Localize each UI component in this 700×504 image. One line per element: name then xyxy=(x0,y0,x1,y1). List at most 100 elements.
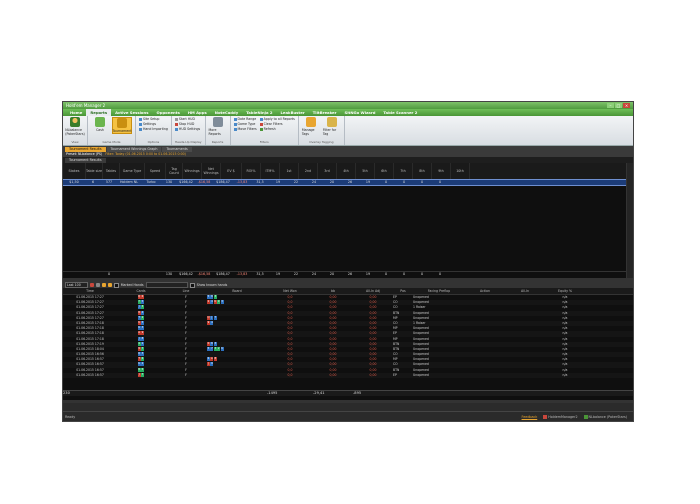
totals-cell: 20 xyxy=(329,272,335,276)
start-hud-button[interactable]: Start HUD xyxy=(174,117,202,121)
col-header-14[interactable]: 4th xyxy=(337,163,356,179)
hand-col-header-2[interactable]: Line xyxy=(165,288,207,294)
results-row[interactable]: $1,50 6 577 Holdem NL Turbo 130 $166,42 -$16,58… xyxy=(63,179,633,186)
hand-col-header-10[interactable]: All-In xyxy=(505,288,545,294)
marked-hands-checkbox[interactable] xyxy=(113,282,119,288)
col-header-12[interactable]: 2nd xyxy=(299,163,318,179)
stop-hud-button[interactable]: Stop HUD xyxy=(174,122,202,126)
totals-cell: 130 xyxy=(165,272,173,276)
horizontal-scrollbar[interactable] xyxy=(63,278,633,282)
menu-notecaddy[interactable]: NoteCaddy xyxy=(211,109,242,116)
hand-time-cell: 01.06.2015 16:57 xyxy=(76,372,104,377)
tournament-button[interactable]: Tournament xyxy=(112,117,132,134)
clear-filters-button[interactable]: Clear Filters xyxy=(259,122,295,126)
hand-total-cell xyxy=(117,391,165,396)
filter-icon xyxy=(233,127,237,131)
game-type-icon xyxy=(233,122,237,126)
hand-total-cell: -29,41 xyxy=(313,391,325,395)
close-icon[interactable]: × xyxy=(623,103,630,108)
minimize-icon[interactable]: – xyxy=(607,103,614,108)
col-header-16[interactable]: 6th xyxy=(375,163,394,179)
player-indicator[interactable]: NLbalance (PokerStars) xyxy=(583,414,627,419)
hand-total-cell xyxy=(207,391,267,396)
hand-row[interactable]: 01.06.2015 16:57 J 7 F 0,0 0,00 0,00 EP Unopened… xyxy=(63,372,633,378)
refresh-icon[interactable] xyxy=(95,283,100,287)
hand-col-header-5[interactable]: bb xyxy=(313,288,353,294)
date-range-button[interactable]: Date Range xyxy=(233,117,257,121)
col-header-20[interactable]: 10th xyxy=(451,163,470,179)
col-header-4[interactable]: Speed xyxy=(145,163,166,179)
refresh-button[interactable]: Refresh xyxy=(259,127,295,131)
totals-cell: 19 xyxy=(275,272,281,276)
col-header-13[interactable]: 3rd xyxy=(318,163,337,179)
more-reports-button[interactable]: More Reports xyxy=(209,117,227,136)
hand-col-header-4[interactable]: Net Won xyxy=(267,288,313,294)
col-header-8[interactable]: EV $ xyxy=(221,163,242,179)
menu-active-sessions[interactable]: Active Sessions xyxy=(111,109,152,116)
col-header-0[interactable]: Stakes xyxy=(63,163,86,179)
hero-button[interactable]: NLbalance (PokerStars) xyxy=(65,117,85,136)
hand-col-header-9[interactable]: Action xyxy=(465,288,505,294)
settings-button[interactable]: Settings xyxy=(139,122,168,126)
col-header-1[interactable]: Table size xyxy=(86,163,103,179)
vertical-scrollbar[interactable] xyxy=(626,163,633,282)
results-cell: -13,83 xyxy=(236,180,248,184)
results-cell: $166,42 xyxy=(179,180,193,184)
hands-header: Time Cards Line Board Net Won bb All-In Adj Pos… xyxy=(63,288,633,295)
cash-button[interactable]: Cash xyxy=(91,117,109,132)
known-hands-checkbox[interactable] xyxy=(189,282,195,288)
hand-col-header-6[interactable]: All-In Adj xyxy=(353,288,393,294)
playing-card: 5 xyxy=(141,300,144,305)
hand-col-header-11[interactable]: Equity % xyxy=(545,288,585,294)
site-setup-button[interactable]: Site Setup xyxy=(139,117,168,121)
menu-opponents[interactable]: Opponents xyxy=(153,109,184,116)
feedback-link[interactable]: Feedback xyxy=(522,415,538,419)
menu-table-scanner-2[interactable]: Table Scanner 2 xyxy=(379,109,421,116)
col-header-15[interactable]: 5th xyxy=(356,163,375,179)
col-header-3[interactable]: Game Type xyxy=(120,163,145,179)
playing-card: 2 xyxy=(141,315,144,320)
apply-all-button[interactable]: Apply to all Reports xyxy=(259,117,295,121)
playing-card: 7 xyxy=(213,315,217,320)
col-header-18[interactable]: 8th xyxy=(413,163,432,179)
col-header-6[interactable]: Winnings xyxy=(183,163,202,179)
menu-tiltbreaker[interactable]: TiltBreaker xyxy=(309,109,341,116)
menu-home[interactable]: Home xyxy=(66,109,86,116)
menu-sitngo-wizard[interactable]: SitNGo Wizard xyxy=(340,109,379,116)
menu-hm-apps[interactable]: HM Apps xyxy=(184,109,211,116)
playing-card: 2 xyxy=(141,341,144,346)
col-header-17[interactable]: 7th xyxy=(394,163,413,179)
hand-col-header-7[interactable]: Pos xyxy=(393,288,413,294)
menu-reports[interactable]: Reports xyxy=(86,109,112,116)
results-cell: $186,47 xyxy=(216,180,230,184)
hand-col-header-1[interactable]: Cards xyxy=(117,288,165,294)
maximize-icon[interactable]: □ xyxy=(615,103,622,108)
col-header-10[interactable]: ITM% xyxy=(261,163,280,179)
col-header-7[interactable]: Net Winnings xyxy=(202,163,221,179)
hud-settings-button[interactable]: HUD Settings xyxy=(174,127,202,131)
col-header-9[interactable]: ROI% xyxy=(242,163,261,179)
hands-horizontal-scrollbar[interactable] xyxy=(63,400,633,403)
hand-col-header-8[interactable]: Facing Preflop xyxy=(413,288,465,294)
game-type-button[interactable]: Game Type xyxy=(233,122,257,126)
move-filters-button[interactable]: Move Filters xyxy=(233,127,257,131)
hand-allin-cell xyxy=(505,373,545,378)
col-header-19[interactable]: 9th xyxy=(432,163,451,179)
ribbon-group-view: NLbalance (PokerStars) View xyxy=(63,116,88,145)
database-indicator[interactable]: HoldemManager2 xyxy=(543,414,578,419)
col-header-5[interactable]: Tag Count xyxy=(166,163,183,179)
menu-leakbuster[interactable]: LeakBuster xyxy=(276,109,308,116)
replay-icon[interactable] xyxy=(101,283,106,287)
menu-tableninja-2[interactable]: TableNinja 2 xyxy=(242,109,276,116)
player-status-icon xyxy=(583,414,588,419)
hand-col-header-0[interactable]: Time xyxy=(63,288,117,294)
playing-card: 9 xyxy=(141,331,144,336)
manage-tags-button[interactable]: Manage Tags xyxy=(302,117,320,136)
hand-col-header-3[interactable]: Board xyxy=(207,288,267,294)
col-header-11[interactable]: 1st xyxy=(280,163,299,179)
delete-icon[interactable] xyxy=(89,283,94,287)
export-icon[interactable] xyxy=(107,283,112,287)
filter-tag-button[interactable]: Filter for Tag xyxy=(323,117,341,136)
col-header-2[interactable]: Tables xyxy=(103,163,120,179)
hand-importing-button[interactable]: Hand Importing xyxy=(139,127,168,131)
